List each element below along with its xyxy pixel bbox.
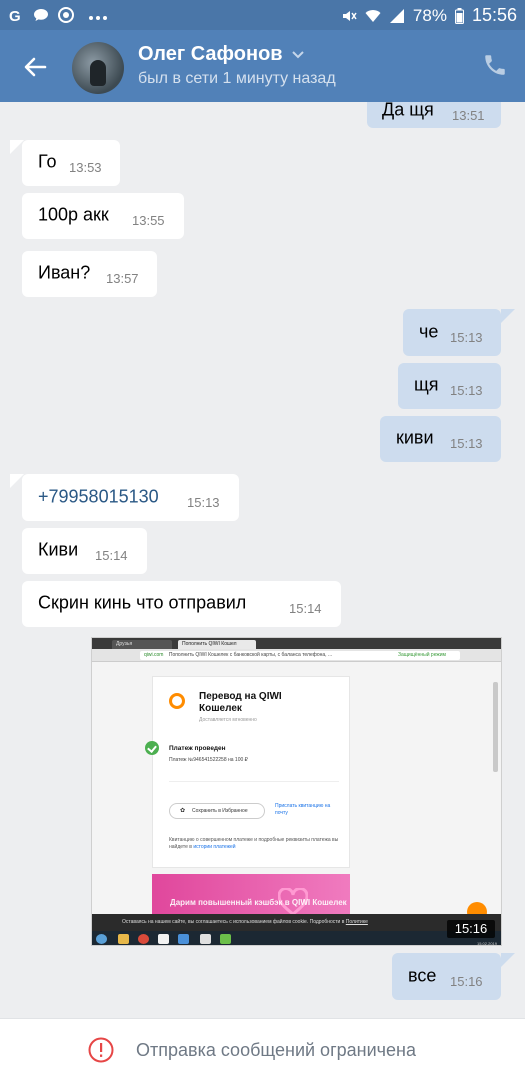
browser-tabs: Друзья Пополнить QIWI Кошел [92, 638, 501, 649]
message-bubble-outgoing[interactable]: киви 15:13 [380, 416, 501, 462]
promo-banner: Дарим повышенный кэшбэк в QIWI Кошелек [152, 874, 350, 918]
chat-header: Олег Сафонов был в сети 1 минуту назад [0, 30, 525, 102]
browser-tab-active: Пополнить QIWI Кошел [178, 640, 256, 649]
photo-attachment[interactable]: Друзья Пополнить QIWI Кошел qiwi.com Поп… [91, 637, 502, 946]
message-bubble-incoming[interactable]: Го 13:53 [22, 140, 120, 186]
start-icon [96, 934, 107, 944]
browser-address-bar: qiwi.com Пополнить QIWI Кошелек с банков… [92, 649, 501, 662]
message-bubble-incoming[interactable]: 100р акк 13:55 [22, 193, 184, 239]
url-field: qiwi.com Пополнить QIWI Кошелек с банков… [140, 651, 460, 660]
bubble-tail [501, 953, 515, 967]
message-bubble-outgoing[interactable]: че 15:13 [403, 309, 501, 356]
cookie-bar: Оставаясь на нашем сайте, вы соглашаетес… [92, 914, 501, 931]
payment-status: Платеж проведен [169, 745, 226, 752]
receipt-note: Квитанцию о совершенном платеже и подроб… [169, 837, 339, 851]
contact-name: Олег Сафонов [138, 43, 283, 65]
check-circle-icon [145, 741, 159, 755]
card-title: Перевод на QIWI Кошелек [199, 691, 282, 714]
mute-icon [342, 10, 357, 21]
message-text: киви [396, 427, 434, 448]
message-time: 13:57 [106, 271, 139, 286]
restriction-text: Отправка сообщений ограничена [136, 1040, 416, 1060]
browser-tab: Друзья [112, 640, 172, 649]
message-text: Го [38, 151, 57, 172]
policy-link: Политике [345, 919, 368, 925]
save-favorites-button: Сохранить в Избранное [169, 803, 265, 819]
more-dots-icon [89, 5, 110, 25]
chrome-icon [138, 934, 149, 944]
phone-link[interactable]: +79958015130 [38, 486, 159, 507]
message-time: 15:16 [450, 973, 483, 989]
url-title: Пополнить QIWI Кошелек с банковской карт… [168, 652, 333, 658]
message-time: 15:13 [450, 329, 483, 345]
message-time: 15:13 [187, 494, 220, 510]
message-text: че [419, 320, 439, 341]
scrollbar [493, 682, 498, 772]
message-bubble-incoming[interactable]: +79958015130 15:13 [22, 474, 239, 521]
card-subtitle: Доставляется мгновенно [199, 717, 257, 723]
bubble-tail [501, 309, 515, 323]
cookie-text: Оставаясь на нашем сайте, вы соглашаетес… [122, 919, 345, 925]
message-time: 15:13 [450, 383, 483, 398]
chevron-down-icon [291, 50, 304, 58]
chat-icon [34, 9, 48, 21]
wifi-icon [365, 9, 381, 22]
g-icon: G [9, 8, 21, 23]
windows-taskbar [92, 931, 501, 945]
message-list[interactable]: Да щя 13:51 Го 13:53 100р акк 13:55 Иван… [0, 102, 525, 1018]
contact-name-row[interactable]: Олег Сафонов [138, 43, 305, 66]
battery-icon [454, 7, 464, 24]
message-time: 15:14 [95, 548, 128, 563]
folder-icon [118, 934, 129, 944]
message-text: Киви [38, 539, 79, 560]
message-text: Иван? [38, 262, 91, 283]
app-icon [220, 934, 231, 944]
app-icon [200, 934, 211, 944]
status-bar: G 78% 15:56 [0, 0, 525, 30]
contact-status: был в сети 1 минуту назад [138, 70, 336, 87]
message-text: все [408, 964, 437, 985]
message-text: 100р акк [38, 204, 109, 225]
message-bubble-incoming[interactable]: Иван? 13:57 [22, 251, 157, 297]
message-text: Скрин кинь что отправил [38, 592, 247, 613]
payment-line: Платеж №946541522258 на 100 ₽ [169, 757, 248, 763]
overlay-time: 15:16 [447, 920, 495, 938]
message-time: 13:51 [452, 108, 485, 123]
payment-card: Перевод на QIWI Кошелек Доставляется мгн… [145, 676, 350, 868]
message-time: 13:53 [69, 160, 102, 175]
chrome-icon [58, 7, 74, 23]
phone-icon[interactable] [482, 52, 508, 78]
signal-icon [389, 8, 404, 23]
divider [169, 781, 339, 782]
app-icon [178, 934, 189, 944]
message-time: 13:55 [132, 213, 165, 228]
svg-text:G: G [9, 8, 21, 23]
message-bubble-incoming[interactable]: Киви 15:14 [22, 528, 147, 574]
message-bubble-outgoing[interactable]: все 15:16 [392, 953, 501, 1000]
message-text: Да щя [382, 102, 434, 120]
message-bubble-outgoing[interactable]: Да щя 13:51 [367, 102, 501, 128]
history-link: истории платежей [193, 844, 236, 850]
message-bubble-outgoing[interactable]: щя 15:13 [398, 363, 501, 409]
back-arrow-icon[interactable] [20, 52, 50, 82]
promo-text: Дарим повышенный кэшбэк в QIWI Кошелек [170, 898, 347, 907]
avatar[interactable] [72, 42, 124, 94]
taskbar-date: 15.02.2019 [476, 941, 497, 946]
battery-level: 78% [412, 5, 447, 25]
qiwi-logo-icon [169, 693, 185, 709]
secure-mode-label: Защищённый режим [398, 652, 446, 658]
messaging-restricted-bar: Отправка сообщений ограничена [0, 1018, 525, 1080]
yandex-icon [158, 934, 169, 944]
alert-circle-icon [88, 1037, 114, 1063]
clock: 15:56 [471, 5, 517, 25]
url-host: qiwi.com [144, 652, 164, 658]
message-text: щя [414, 374, 439, 395]
send-receipt-link: Прислать квитанцию на почту [275, 803, 331, 816]
message-bubble-incoming[interactable]: Скрин кинь что отправил 15:14 [22, 581, 341, 627]
message-time: 15:14 [289, 601, 322, 616]
message-time: 15:13 [450, 436, 483, 451]
